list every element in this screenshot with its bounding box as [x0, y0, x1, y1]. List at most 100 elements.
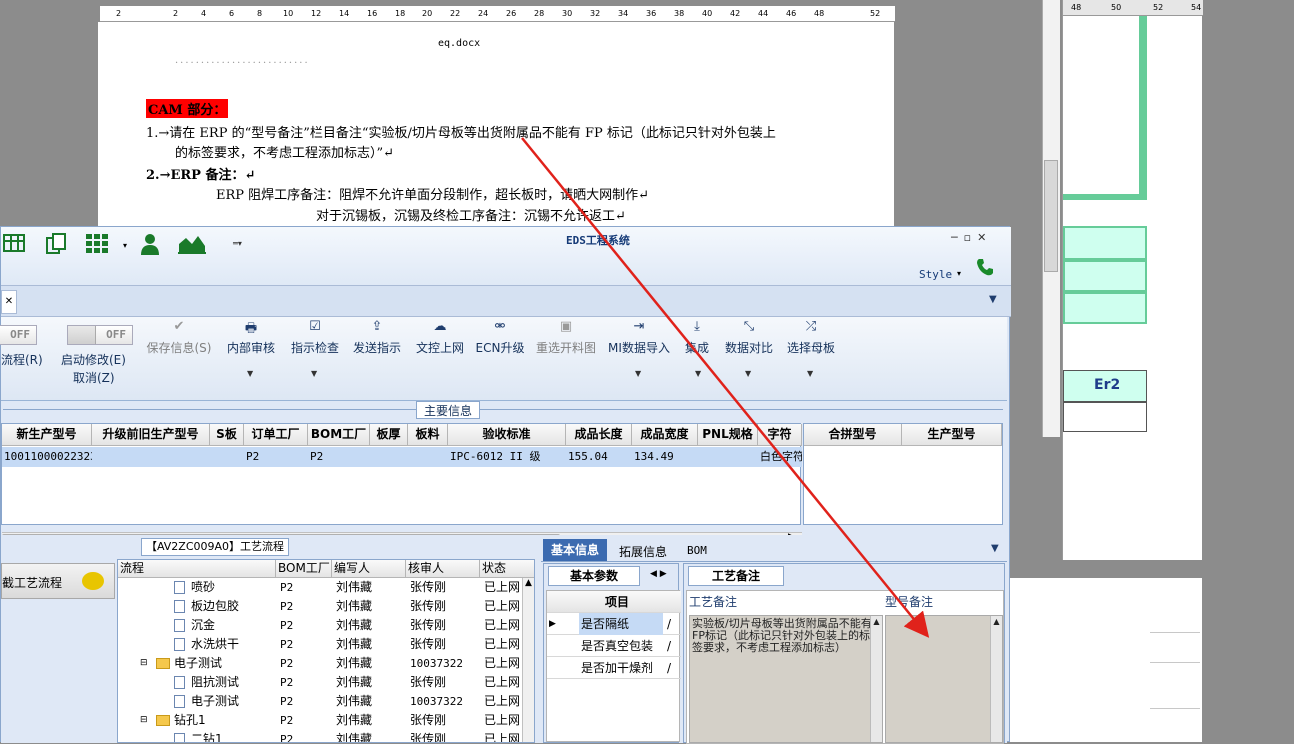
user-icon[interactable]: [139, 232, 161, 256]
table-row[interactable]: 是否加干燥剂 /: [547, 657, 681, 679]
column-header[interactable]: 升级前旧生产型号: [92, 424, 210, 446]
chevron-down-icon[interactable]: ▼: [247, 369, 253, 378]
tree-row[interactable]: 二钻1 P2 刘伟藏 张传刚 已上网: [118, 730, 534, 742]
close-icon[interactable]: ✕: [977, 231, 992, 244]
green-cell[interactable]: [1063, 292, 1147, 324]
edit-toggle[interactable]: OFF: [67, 325, 133, 345]
tab-list-chevron-icon[interactable]: ▼: [991, 543, 999, 554]
table-cell[interactable]: P2: [308, 447, 370, 467]
eds-titlebar[interactable]: ▾ ═▾ EDS工程系统 ─▫✕ Style ▾: [1, 227, 1011, 285]
params-grid[interactable]: 项目 ▶ 是否隔纸 / 是否真空包装 / 是否加干燥剂 /: [546, 590, 681, 742]
save-info-button[interactable]: ✔ 保存信息(S): [145, 319, 213, 356]
table-row[interactable]: 是否真空包装 /: [547, 635, 681, 657]
word-scrollbar-thumb[interactable]: [1044, 160, 1058, 272]
chevron-down-icon[interactable]: ▼: [311, 369, 317, 378]
flow-side-button[interactable]: 截工艺流程: [1, 563, 115, 599]
minimize-icon[interactable]: ─: [951, 231, 964, 244]
area-chart-icon[interactable]: [177, 232, 207, 256]
column-header[interactable]: 板厚: [370, 424, 408, 446]
column-header[interactable]: 编写人: [332, 560, 406, 578]
tree-row[interactable]: 水洗烘干 P2 刘伟藏 张传刚 已上网: [118, 635, 534, 654]
integrate-button[interactable]: ⤓ 集成: [681, 319, 713, 356]
column-header[interactable]: 成品长度: [566, 424, 632, 446]
column-header[interactable]: 成品宽度: [632, 424, 698, 446]
memo-scrollbar[interactable]: ▲: [990, 616, 1002, 742]
main-info-grid[interactable]: 新生产型号 升级前旧生产型号 S板 订单工厂 BOM工厂 板厚 板料 验收标准 …: [1, 423, 802, 546]
tab-extended-info[interactable]: 拓展信息: [619, 543, 667, 560]
column-header[interactable]: 字符: [758, 424, 802, 446]
column-header[interactable]: 合拼型号: [804, 424, 902, 446]
column-header[interactable]: PNL规格: [698, 424, 758, 446]
mi-import-button[interactable]: ⇥ MI数据导入: [607, 319, 671, 356]
internal-review-button[interactable]: 🖶 内部审核: [225, 319, 277, 356]
reselect-drawing-button[interactable]: ▣ 重选开料图: [534, 319, 598, 356]
column-header[interactable]: BOM工厂: [276, 560, 332, 578]
cancel-label[interactable]: 取消(Z): [73, 369, 115, 386]
er2-cell[interactable]: Er2: [1063, 370, 1147, 402]
document-page[interactable]: eq.docx ·························· CAM 部…: [98, 22, 894, 232]
table-cell[interactable]: 134.49: [632, 447, 698, 467]
ecn-upgrade-button[interactable]: ⚮ ECN升级: [475, 319, 525, 356]
chevron-down-icon[interactable]: ▼: [745, 369, 751, 378]
send-instruction-button[interactable]: ⇪ 发送指示: [351, 319, 403, 356]
right-document-page-2[interactable]: [1010, 578, 1202, 742]
collapse-icon[interactable]: ⊟: [140, 711, 148, 730]
tab-nav-icon[interactable]: ◀ ▶: [650, 569, 667, 579]
tab-bom[interactable]: BOM: [687, 544, 707, 557]
tree-row[interactable]: ⊟ 电子测试 P2 刘伟藏 10037322 已上网: [118, 654, 534, 673]
instruction-check-button[interactable]: ☑ 指示检查: [289, 319, 341, 356]
column-header[interactable]: S板: [210, 424, 244, 446]
table-cell[interactable]: 155.04: [566, 447, 632, 467]
column-header[interactable]: 新生产型号: [2, 424, 92, 446]
table-cell[interactable]: [1063, 402, 1147, 432]
phone-icon[interactable]: [975, 257, 995, 277]
collapse-icon[interactable]: ⊟: [140, 654, 148, 673]
table-cell[interactable]: P2: [244, 447, 308, 467]
upload-button[interactable]: ☁ 文控上网: [414, 319, 466, 356]
process-tree[interactable]: 流程 BOM工厂 编写人 核审人 状态 喷砂 P2 刘伟藏 张传刚 已上网 板边包胶 P2…: [117, 559, 535, 743]
green-cell[interactable]: [1063, 226, 1147, 260]
chevron-down-icon[interactable]: ▾: [123, 241, 127, 250]
maximize-icon[interactable]: ▫: [964, 231, 977, 244]
table-cell[interactable]: 10011000022323: [2, 447, 92, 467]
column-header[interactable]: 流程: [118, 560, 276, 578]
select-mother-button[interactable]: ⤮ 选择母板: [785, 319, 837, 356]
table-row[interactable]: ▶ 是否隔纸 /: [547, 613, 681, 635]
copy-icon[interactable]: [45, 232, 69, 256]
column-header[interactable]: 生产型号: [902, 424, 1002, 446]
customize-qa-icon[interactable]: ═▾: [233, 239, 242, 248]
tree-row[interactable]: 沉金 P2 刘伟藏 张传刚 已上网: [118, 616, 534, 635]
right-document-window[interactable]: 48 50 52 54 Er2: [1062, 0, 1203, 560]
column-header[interactable]: 板料: [408, 424, 448, 446]
tree-row[interactable]: 板边包胶 P2 刘伟藏 张传刚 已上网: [118, 597, 534, 616]
merge-grid[interactable]: 合拼型号 生产型号: [803, 423, 1003, 525]
style-menu[interactable]: Style: [919, 268, 952, 281]
tab-list-chevron-icon[interactable]: ▼: [989, 294, 997, 305]
scroll-up-icon[interactable]: ▲: [525, 578, 532, 588]
params-tab[interactable]: 基本参数: [548, 566, 640, 586]
tab-basic-info[interactable]: 基本信息: [543, 539, 607, 561]
craft-tab[interactable]: 工艺备注: [688, 566, 784, 586]
tree-row[interactable]: ⊟ 钻孔1 P2 刘伟藏 张传刚 已上网: [118, 711, 534, 730]
data-compare-button[interactable]: ⤡ 数据对比: [723, 319, 775, 356]
craft-notes-field[interactable]: 实验板/切片母板等出货附属品不能有FP标记（此标记只针对外包装上的标签要求，不考…: [689, 615, 883, 743]
tree-row[interactable]: 喷砂 P2 刘伟藏 张传刚 已上网: [118, 578, 534, 597]
grid-icon[interactable]: [3, 232, 25, 256]
chevron-down-icon[interactable]: ▼: [635, 369, 641, 378]
apps-grid-icon[interactable]: [85, 232, 111, 256]
eds-window[interactable]: ▾ ═▾ EDS工程系统 ─▫✕ Style ▾ ✕ ▼ OFF 流程(R) O…: [0, 226, 1011, 744]
horizontal-ruler[interactable]: 2 2 4 6 8 10 12 14 16 18 20 22 24 26 28 …: [100, 6, 895, 22]
tree-vertical-scrollbar[interactable]: ▲: [522, 578, 534, 742]
tree-row[interactable]: 电子测试 P2 刘伟藏 10037322 已上网: [118, 692, 534, 711]
column-header[interactable]: 验收标准: [448, 424, 566, 446]
tab-close-icon[interactable]: ✕: [1, 290, 17, 314]
column-header[interactable]: 订单工厂: [244, 424, 308, 446]
chevron-down-icon[interactable]: ▼: [807, 369, 813, 378]
chevron-down-icon[interactable]: ▼: [695, 369, 701, 378]
table-cell[interactable]: IPC-6012 II 级: [448, 447, 566, 467]
column-header[interactable]: 状态: [480, 560, 534, 578]
flow-toggle[interactable]: OFF: [0, 325, 37, 345]
tree-row[interactable]: 阻抗测试 P2 刘伟藏 张传刚 已上网: [118, 673, 534, 692]
table-cell[interactable]: 白色字符: [758, 447, 802, 467]
style-chevron-icon[interactable]: ▾: [957, 269, 961, 278]
